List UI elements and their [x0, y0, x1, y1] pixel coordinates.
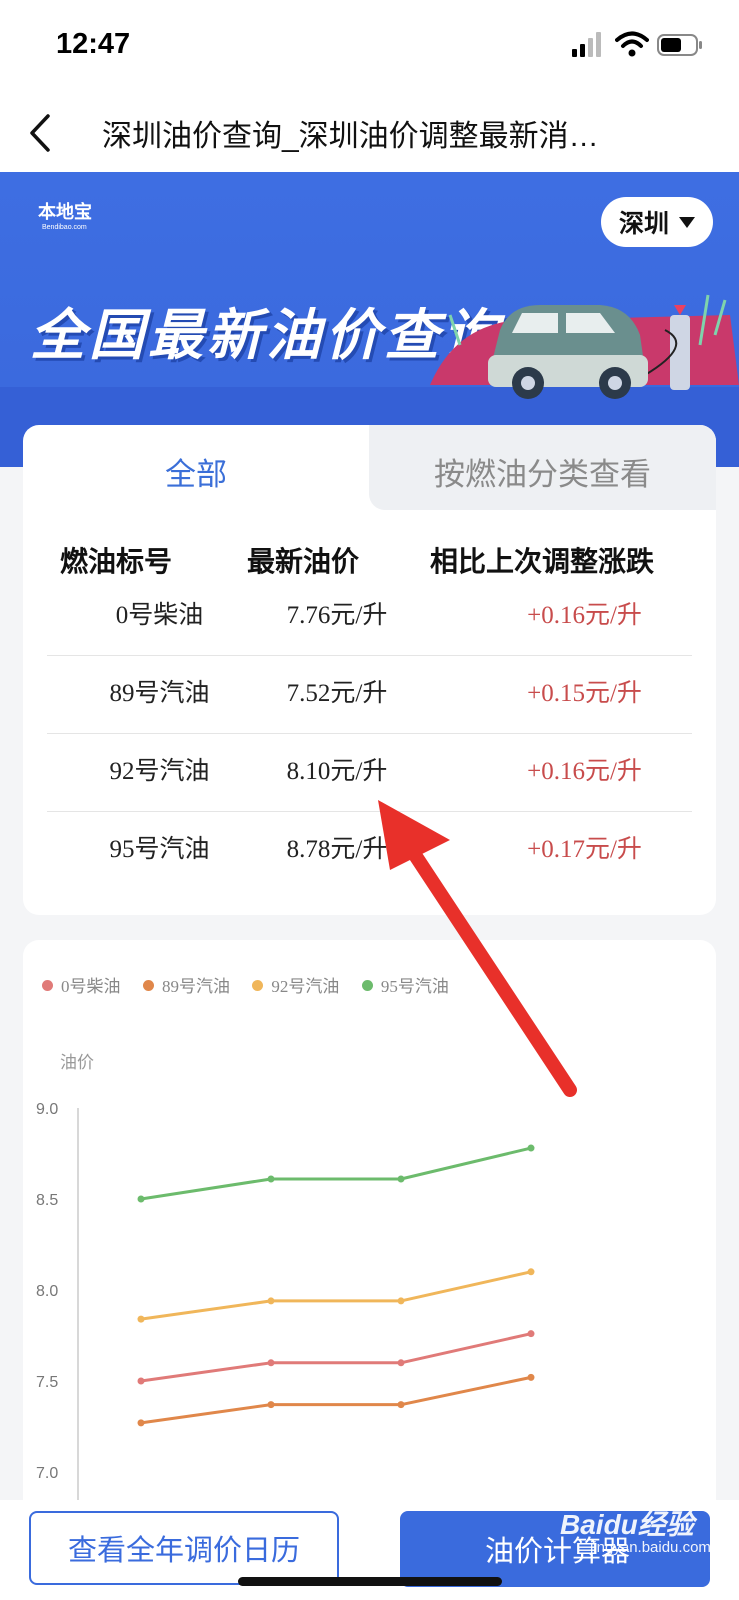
data-point	[267, 1401, 275, 1409]
battery-icon	[657, 34, 702, 56]
logo: 本地宝 Bendibao.com	[38, 202, 92, 231]
data-point	[527, 1268, 535, 1276]
data-point	[527, 1330, 535, 1338]
y-tick-label: 7.0	[36, 1465, 58, 1482]
data-point	[397, 1359, 405, 1367]
data-point	[397, 1401, 405, 1409]
data-point	[137, 1419, 145, 1427]
caret-down-icon	[679, 217, 695, 228]
data-point	[137, 1195, 145, 1203]
y-tick-label: 8.0	[36, 1283, 58, 1300]
data-point	[397, 1175, 405, 1183]
data-point	[527, 1373, 535, 1381]
table-row: 89号汽油 7.52元/升 +0.15元/升	[47, 655, 692, 734]
cellular-signal-icon	[572, 32, 601, 57]
y-tick-label: 7.5	[36, 1374, 58, 1391]
data-point	[267, 1175, 275, 1183]
electric-car-illustration	[430, 294, 739, 399]
price-change: +0.16元/升	[527, 758, 642, 785]
back-icon[interactable]	[26, 112, 56, 154]
legend-item[interactable]: 0号柴油	[42, 972, 121, 997]
table-header-price: 最新油价	[247, 546, 360, 577]
y-axis-label: 油价	[60, 1053, 94, 1072]
tab-by-fuel-type[interactable]: 按燃油分类查看	[369, 425, 716, 510]
data-point	[527, 1144, 535, 1152]
wifi-icon	[615, 31, 649, 57]
city-selector[interactable]: 深圳	[601, 197, 713, 247]
data-point	[267, 1297, 275, 1305]
series-line	[140, 1270, 532, 1321]
price-trend-chart: 油价 9.0 8.5 8.0 7.5 7.0	[36, 1053, 535, 1500]
data-point	[137, 1377, 145, 1385]
table-header-change: 相比上次调整涨跌	[430, 546, 655, 577]
price-change: +0.16元/升	[527, 602, 642, 629]
legend-item[interactable]: 92号汽油	[252, 972, 339, 997]
y-tick-label: 9.0	[36, 1101, 58, 1118]
watermark: Baidu经验 jingyan.baidu.com	[560, 1509, 711, 1556]
series-line	[140, 1332, 532, 1383]
tab-all[interactable]: 全部	[23, 425, 369, 515]
table-row: 0号柴油 7.76元/升 +0.16元/升	[47, 577, 692, 656]
y-tick-label: 8.5	[36, 1192, 58, 1209]
price-change: +0.15元/升	[527, 680, 642, 707]
status-time: 12:47	[56, 28, 131, 60]
red-arrow-annotation	[378, 800, 577, 1097]
series-line	[140, 1146, 532, 1201]
data-point	[137, 1315, 145, 1323]
legend-item[interactable]: 89号汽油	[142, 972, 230, 997]
home-indicator	[238, 1577, 502, 1586]
table-header-fuel: 燃油标号	[60, 546, 173, 577]
page-title: 深圳油价查询_深圳油价调整最新消…	[102, 120, 599, 153]
data-point	[397, 1297, 405, 1305]
series-line	[140, 1375, 532, 1425]
data-point	[267, 1359, 275, 1367]
price-calendar-button[interactable]: 查看全年调价日历	[29, 1511, 339, 1585]
